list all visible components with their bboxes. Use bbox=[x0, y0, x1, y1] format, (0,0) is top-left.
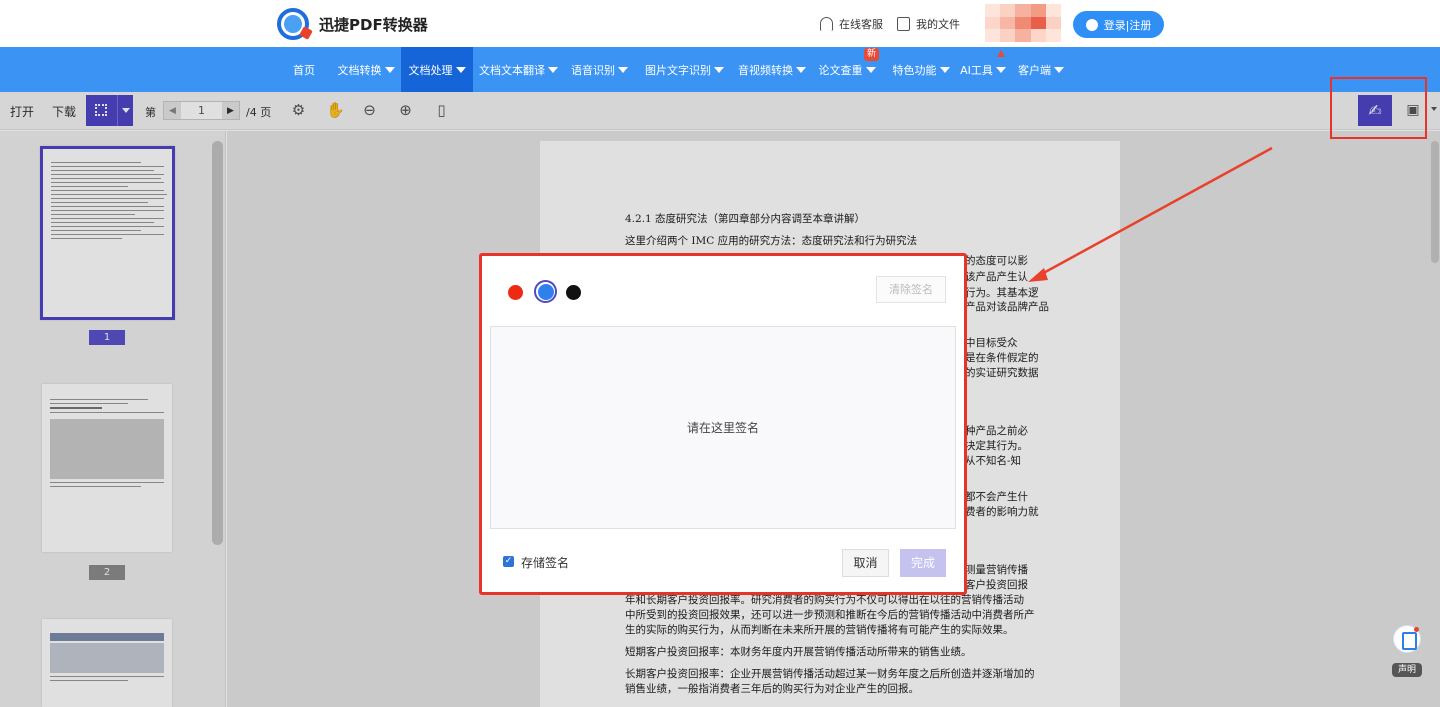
signature-placeholder: 请在这里签名 bbox=[686, 421, 759, 435]
signature-canvas[interactable]: 请在这里签名 bbox=[490, 326, 956, 529]
main-nav: 首页 文档转换 文档处理 文档文本翻译 语音识别 图片文字识别 音视频转换 论文… bbox=[0, 47, 1440, 92]
nav-label: 音视频转换 bbox=[738, 63, 793, 77]
done-button[interactable]: 完成 bbox=[900, 549, 946, 577]
nav-speech[interactable]: 语音识别 bbox=[567, 47, 632, 92]
chevron-down-icon bbox=[455, 66, 466, 73]
logo-icon bbox=[277, 8, 309, 40]
chevron-down-icon bbox=[1054, 66, 1064, 73]
nav-translate[interactable]: 文档文本翻译 bbox=[476, 47, 561, 92]
online-service-label: 在线客服 bbox=[839, 18, 883, 31]
login-register-button[interactable]: 登录|注册 bbox=[1073, 11, 1164, 38]
my-files-label: 我的文件 bbox=[916, 18, 960, 31]
save-signature-label[interactable]: 存储签名 bbox=[521, 554, 569, 571]
signature-dialog: 清除签名 请在这里签名 ✓ 存储签名 取消 完成 bbox=[479, 253, 967, 595]
chevron-down-icon bbox=[548, 66, 558, 73]
annotation-highlight-box bbox=[1330, 77, 1427, 139]
nav-label: 特色功能 bbox=[892, 63, 937, 77]
nav-ai-tools[interactable]: AI工具 bbox=[958, 47, 1008, 92]
nav-label: 客户端 bbox=[1018, 63, 1051, 77]
nav-av-convert[interactable]: 音视频转换 bbox=[732, 47, 812, 92]
nav-label: 文档文本翻译 bbox=[479, 63, 545, 77]
chevron-down-icon bbox=[995, 66, 1006, 73]
file-icon bbox=[897, 17, 910, 31]
nav-label: 图片文字识别 bbox=[645, 63, 711, 77]
clear-signature-button[interactable]: 清除签名 bbox=[876, 276, 946, 303]
blurred-avatar bbox=[985, 4, 1061, 42]
nav-paper-check[interactable]: 论文查重 新 bbox=[814, 47, 880, 92]
save-signature-checkbox[interactable]: ✓ bbox=[503, 556, 514, 567]
declaration-label: 声明 bbox=[1392, 663, 1422, 677]
new-badge: 新 bbox=[864, 48, 880, 61]
color-red-swatch[interactable] bbox=[508, 285, 523, 300]
nav-label: 文档处理 bbox=[408, 63, 453, 77]
nav-label: 文档转换 bbox=[337, 63, 382, 77]
chevron-down-icon bbox=[714, 66, 724, 73]
chevron-down-icon bbox=[939, 66, 950, 73]
hot-icon bbox=[997, 50, 1005, 57]
notification-dot bbox=[1414, 627, 1419, 632]
cancel-button[interactable]: 取消 bbox=[842, 549, 889, 577]
user-icon bbox=[1085, 18, 1098, 31]
nav-label: 语音识别 bbox=[571, 63, 615, 77]
headset-icon bbox=[820, 17, 833, 31]
declaration-widget[interactable]: 声明 bbox=[1392, 625, 1422, 681]
nav-label: 首页 bbox=[293, 63, 315, 77]
chevron-down-icon bbox=[865, 66, 876, 73]
logo-text: 迅捷PDF转换器 bbox=[319, 15, 428, 34]
online-service-link[interactable]: 在线客服 bbox=[820, 16, 883, 32]
nav-ocr[interactable]: 图片文字识别 bbox=[638, 47, 731, 92]
color-blue-swatch[interactable] bbox=[538, 284, 554, 300]
nav-doc-process[interactable]: 文档处理 bbox=[401, 47, 473, 92]
nav-features[interactable]: 特色功能 bbox=[885, 47, 957, 92]
annotation-arrow bbox=[1028, 146, 1273, 282]
color-black-swatch[interactable] bbox=[566, 285, 581, 300]
login-register-label: 登录|注册 bbox=[1103, 18, 1152, 32]
app-logo[interactable]: 迅捷PDF转换器 bbox=[277, 8, 428, 40]
nav-client[interactable]: 客户端 bbox=[1015, 47, 1067, 92]
chevron-down-icon bbox=[618, 66, 628, 73]
chevron-down-icon bbox=[796, 66, 806, 73]
nav-label: 论文查重 bbox=[818, 63, 863, 77]
nav-doc-convert[interactable]: 文档转换 bbox=[331, 47, 401, 92]
top-header: 迅捷PDF转换器 在线客服 我的文件 登录|注册 bbox=[0, 0, 1440, 47]
nav-home[interactable]: 首页 bbox=[285, 47, 323, 92]
my-files-link[interactable]: 我的文件 bbox=[897, 16, 960, 32]
nav-label: AI工具 bbox=[960, 63, 993, 77]
chevron-down-icon bbox=[384, 66, 395, 73]
